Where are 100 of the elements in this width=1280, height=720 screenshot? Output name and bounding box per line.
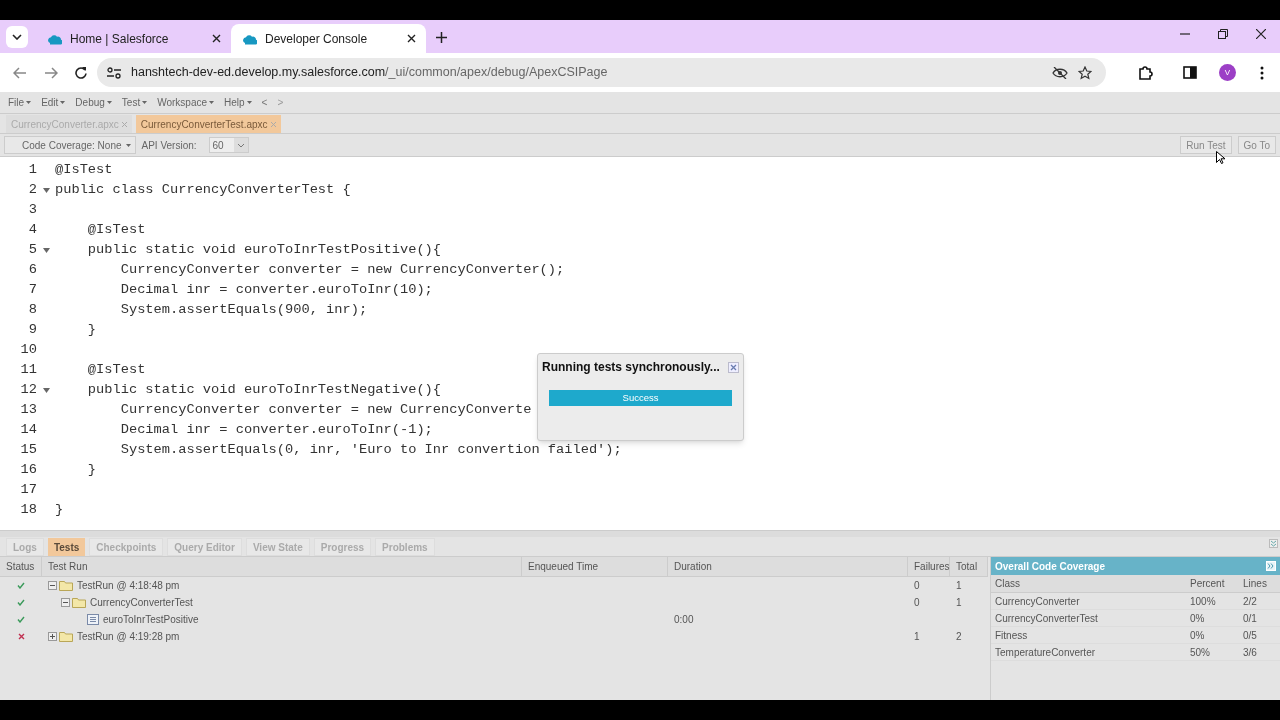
tab-title: Developer Console xyxy=(265,30,369,48)
line-number: 15 xyxy=(19,440,37,459)
table-cell: 100% xyxy=(1190,595,1216,607)
menu-item[interactable]: Edit xyxy=(41,95,66,110)
caret-icon xyxy=(125,143,131,147)
close-icon[interactable] xyxy=(1256,29,1266,39)
menu-item[interactable]: Workspace xyxy=(157,95,214,110)
caret-icon xyxy=(26,101,32,104)
column-header: Percent xyxy=(1189,577,1226,591)
code-line: CurrencyConverter converter = new CurrencyConverte xyxy=(119,400,532,419)
eye-slash-icon[interactable] xyxy=(1052,66,1068,79)
reload-icon[interactable] xyxy=(74,66,87,79)
cloud-icon xyxy=(46,32,62,45)
back-arrow-icon[interactable] xyxy=(13,66,27,79)
file-tab[interactable]: CurrencyConverterTest.apxc xyxy=(135,115,281,133)
url-text: hanshtech-dev-ed.develop.my.salesforce.com/_ui/common/apex/debug/ApexCSIPage xyxy=(131,64,609,82)
close-icon[interactable] xyxy=(407,34,416,43)
line-number: 8 xyxy=(27,300,37,319)
site-info-icon xyxy=(107,66,121,79)
cloud-icon xyxy=(241,32,257,45)
code-line: Decimal inr = converter.euroToInr(-1); xyxy=(119,420,433,439)
more-icon[interactable] xyxy=(1260,65,1264,80)
column-header: Lines xyxy=(1242,577,1268,591)
table-cell: CurrencyConverter xyxy=(995,595,1080,607)
table-cell: 0 xyxy=(914,597,920,608)
code-line: Decimal inr = converter.euroToInr(10); xyxy=(119,280,433,299)
code-line: CurrencyConverter converter = new CurrencyConverter(); xyxy=(119,260,565,279)
table-cell: Fitness xyxy=(995,629,1028,641)
new-tab-icon[interactable] xyxy=(436,32,447,43)
line-number: 7 xyxy=(27,280,37,299)
tab-list-button[interactable] xyxy=(6,26,28,48)
column-header: Status xyxy=(0,557,42,576)
line-number: 13 xyxy=(19,400,37,419)
caret-icon xyxy=(209,101,214,104)
test-name: euroToInrTestPositive xyxy=(103,613,199,627)
menu-item[interactable]: Help xyxy=(224,95,252,110)
code-line: @IsTest xyxy=(86,220,146,239)
chevron-down-icon xyxy=(233,138,248,152)
caret-icon xyxy=(246,101,252,104)
coverage-dropdown[interactable]: Code Coverage: None xyxy=(4,136,136,154)
table-cell: TemperatureConverter xyxy=(995,646,1096,658)
nav-button[interactable]: < xyxy=(261,95,268,110)
coverage-title: Overall Code Coverage xyxy=(995,559,1106,574)
fold-arrow-icon[interactable] xyxy=(42,387,50,393)
code-line: @IsTest xyxy=(86,360,146,379)
collapse-toggle-icon[interactable] xyxy=(61,598,70,607)
side-panel-icon[interactable] xyxy=(1183,66,1197,79)
code-line: } xyxy=(86,320,97,339)
nav-button[interactable]: > xyxy=(277,95,284,110)
browser-tab[interactable]: Developer Console xyxy=(231,24,426,53)
table-cell: CurrencyConverterTest xyxy=(995,612,1098,624)
code-line: public static void euroToInrTestNegative(){ xyxy=(86,380,442,399)
menu-item[interactable]: File xyxy=(8,95,32,110)
restore-icon[interactable] xyxy=(1218,29,1228,39)
line-number: 1 xyxy=(27,160,37,179)
code-line: } xyxy=(55,500,64,519)
star-icon[interactable] xyxy=(1078,65,1092,80)
column-header: Total xyxy=(950,557,988,576)
table-cell: 1 xyxy=(956,580,962,591)
line-number: 6 xyxy=(27,260,37,279)
table-cell: 1 xyxy=(914,631,920,642)
test-name: TestRun @ 4:19:28 pm xyxy=(77,630,180,644)
panel-tab[interactable]: Tests xyxy=(47,538,86,556)
fold-arrow-icon[interactable] xyxy=(42,247,50,253)
close-icon[interactable] xyxy=(212,34,221,43)
table-cell: 2/2 xyxy=(1243,595,1257,607)
code-line: @IsTest xyxy=(55,160,113,179)
expand-toggle-icon[interactable] xyxy=(48,632,57,641)
table-cell: 0/1 xyxy=(1243,612,1257,624)
fold-arrow-icon[interactable] xyxy=(42,187,50,193)
menu-item[interactable]: Test xyxy=(121,95,148,110)
table-cell: 0% xyxy=(1190,629,1205,641)
line-number: 17 xyxy=(19,480,37,499)
toolbar-button[interactable]: Run Test xyxy=(1180,136,1232,154)
api-version-select[interactable]: 60 xyxy=(208,137,249,153)
chevron-down-icon xyxy=(12,34,22,40)
menu-item[interactable]: Debug xyxy=(75,95,112,110)
code-line: System.assertEquals(0, inr, 'Euro to Inr convertion failed'); xyxy=(119,440,622,459)
address-bar[interactable]: hanshtech-dev-ed.develop.my.salesforce.com/_ui/common/apex/debug/ApexCSIPage xyxy=(97,58,1106,87)
profile-avatar[interactable]: V xyxy=(1219,64,1236,81)
method-icon xyxy=(87,614,99,625)
test-name: CurrencyConverterTest xyxy=(90,596,193,610)
puzzle-icon[interactable] xyxy=(1138,65,1153,80)
table-cell: 3/6 xyxy=(1243,646,1257,658)
line-number: 12 xyxy=(19,380,37,399)
folder-icon xyxy=(72,597,86,608)
line-number: 11 xyxy=(19,360,37,379)
line-number: 14 xyxy=(19,420,37,439)
forward-arrow-icon[interactable] xyxy=(44,66,58,79)
column-header: Class xyxy=(994,577,1021,591)
api-version-label: API Version: xyxy=(141,138,197,153)
code-line: public class CurrencyConverterTest { xyxy=(55,180,351,199)
toolbar-button[interactable]: Go To xyxy=(1237,136,1276,154)
column-header: Duration xyxy=(668,557,908,576)
browser-tab[interactable]: Home | Salesforce xyxy=(36,24,231,53)
line-number: 16 xyxy=(19,460,37,479)
line-number: 2 xyxy=(27,180,37,199)
collapse-toggle-icon[interactable] xyxy=(48,581,57,590)
table-cell: 2 xyxy=(956,631,962,642)
expand-icon[interactable] xyxy=(1266,561,1276,571)
